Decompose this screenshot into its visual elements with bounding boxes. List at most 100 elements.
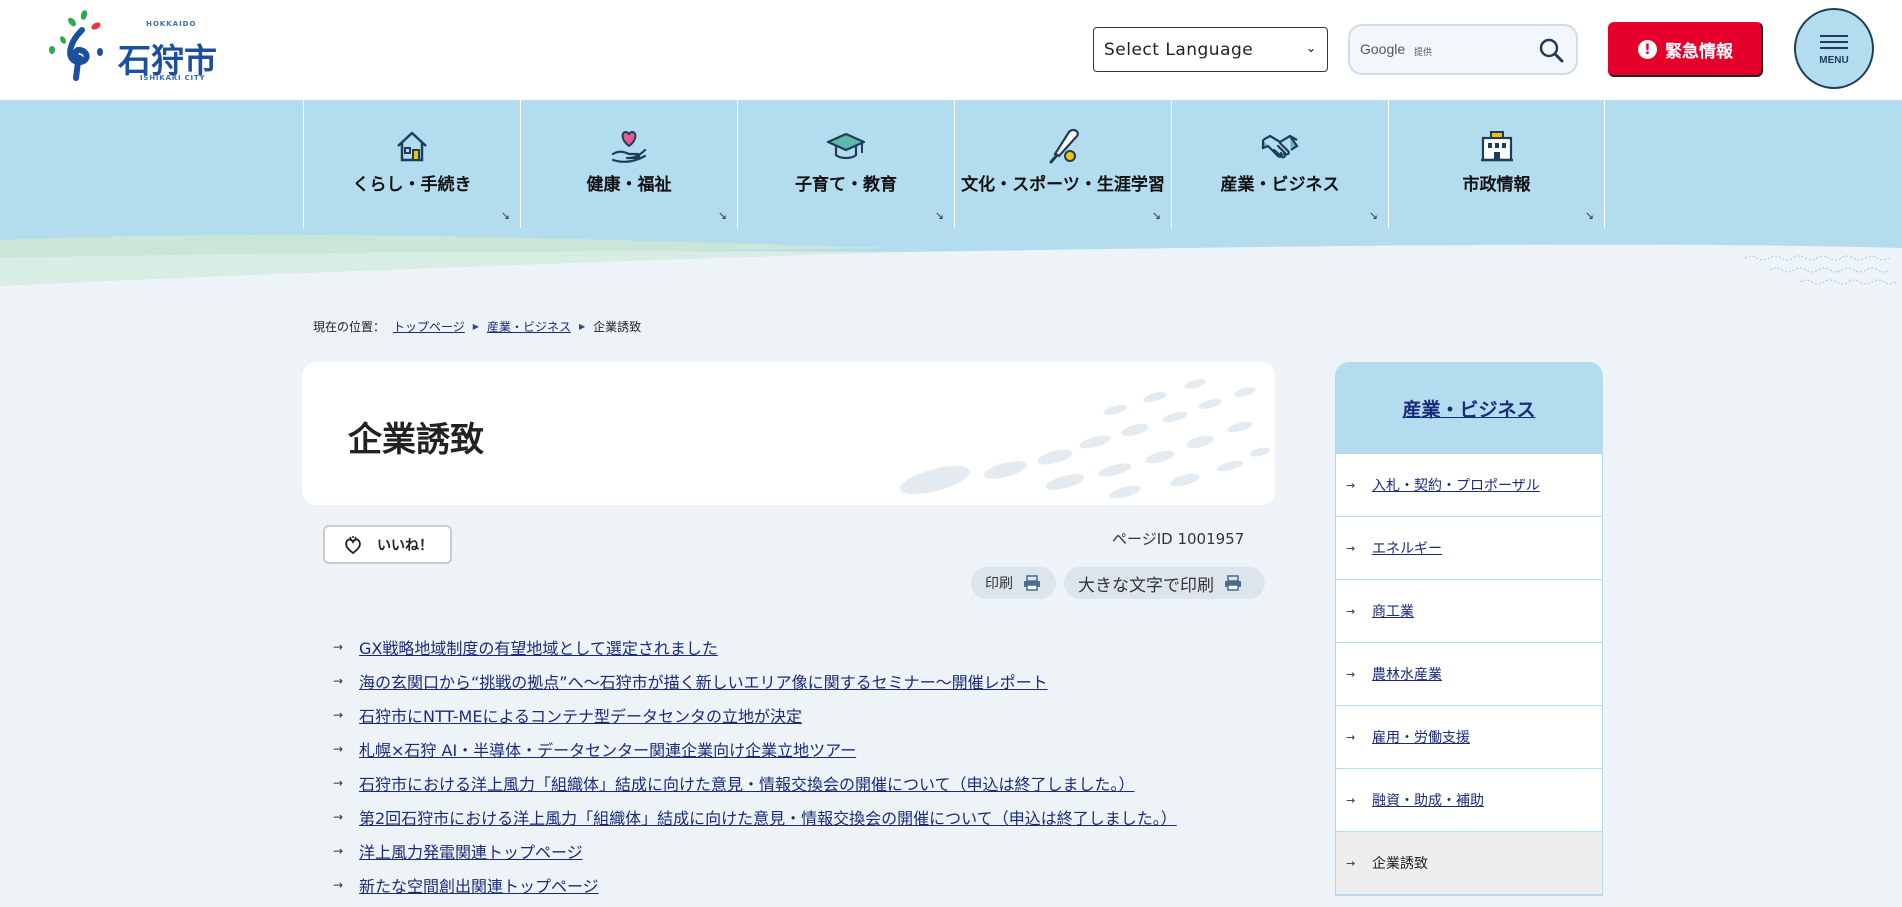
logo-mark-icon [49, 10, 103, 81]
printer-icon [1225, 575, 1241, 591]
building-icon [1480, 131, 1513, 162]
sidebar-heading: 産業・ビジネス [1335, 362, 1603, 454]
breadcrumb-link-top[interactable]: トップページ [393, 318, 465, 335]
list-item: → 札幌×石狩 AI・半導体・データセンター関連企業向け企業立地ツアー [333, 732, 1177, 766]
sidebar-item-attraction[interactable]: → 企業誘致 [1336, 832, 1602, 895]
page-title-card: 企業誘致 [302, 362, 1275, 505]
sidebar-item-label[interactable]: 商工業 [1372, 601, 1414, 621]
language-select[interactable]: Select Language ⌄ [1093, 27, 1328, 72]
sidebar-heading-link[interactable]: 産業・ビジネス [1402, 395, 1535, 422]
like-button[interactable]: いいね！ [323, 525, 452, 564]
page-id: ページID 1001957 [1112, 530, 1245, 548]
article-link[interactable]: 新たな空間創出関連トップページ [359, 873, 599, 897]
corner-arrow-icon: ↘ [717, 209, 727, 222]
article-link[interactable]: 洋上風力発電関連トップページ [359, 839, 583, 863]
corner-arrow-icon: ↘ [934, 209, 944, 222]
list-item: → GX戦略地域制度の有望地域として選定されました [333, 630, 1177, 664]
emergency-label: 緊急情報 [1665, 42, 1733, 62]
print-large-text-button[interactable]: 大きな文字で印刷 [1064, 567, 1265, 599]
breadcrumb-prefix: 現在の位置： [313, 320, 386, 334]
list-item: → 石狩市における洋上風力「組織体」結成に向けた意見・情報交換会の開催について（申… [333, 766, 1177, 800]
salmon-pattern-icon [900, 379, 1270, 499]
list-item: → 第2回石狩市における洋上風力「組織体」結成に向けた意見・情報交換会の開催につい… [333, 800, 1177, 834]
sidebar-item-label[interactable]: 農林水産業 [1372, 664, 1442, 684]
nav-item-living[interactable]: くらし・手続き ↘ [303, 100, 520, 228]
list-item: → 新たな空間創出関連トップページ [333, 868, 1177, 902]
nav-item-label: 子育て・教育 [795, 175, 897, 195]
article-link[interactable]: 第2回石狩市における洋上風力「組織体」結成に向けた意見・情報交換会の開催について… [359, 805, 1177, 829]
arrow-right-icon: → [333, 878, 344, 892]
sidebar: 産業・ビジネス → 入札・契約・プロポーザル → エネルギー → 商工業 → 農林水産業… [1335, 362, 1603, 907]
corner-arrow-icon: ↘ [1368, 209, 1378, 222]
sidebar-item-label[interactable]: エネルギー [1372, 538, 1442, 558]
google-brand-label: Google [1360, 41, 1406, 57]
sidebar-item-finance[interactable]: → 融資・助成・補助 [1336, 769, 1602, 832]
corner-arrow-icon: ↘ [1151, 209, 1161, 222]
breadcrumb-current: 企業誘致 [593, 320, 642, 334]
nav-item-childcare[interactable]: 子育て・教育 ↘ [737, 100, 954, 228]
nav-item-health[interactable]: 健康・福祉 ↘ [520, 100, 737, 228]
search-input[interactable]: Google 提供 [1348, 24, 1578, 75]
menu-button[interactable]: MENU [1794, 8, 1874, 89]
arrow-right-icon: → [1346, 541, 1356, 555]
graduation-cap-icon [826, 132, 866, 160]
house-icon [397, 131, 427, 162]
language-select-value: Select Language [1104, 39, 1254, 60]
list-item: → 石狩市にNTT-MEによるコンテナ型データセンタの立地が決定 [333, 698, 1177, 732]
sidebar-menu: → 入札・契約・プロポーザル → エネルギー → 商工業 → 農林水産業 → 雇用・労働支… [1335, 454, 1603, 896]
nav-item-culture[interactable]: 文化・スポーツ・生涯学習 ↘ [954, 100, 1171, 228]
print-large-label: 大きな文字で印刷 [1078, 575, 1214, 596]
heart-hand-icon [611, 130, 647, 163]
sidebar-item-employment[interactable]: → 雇用・労働支援 [1336, 706, 1602, 769]
chevron-down-icon: ⌄ [1305, 41, 1317, 56]
printer-icon [1024, 575, 1040, 591]
arrow-right-icon: → [1346, 478, 1356, 492]
nav-item-label: くらし・手続き [352, 175, 472, 195]
nav-item-label: 健康・福祉 [586, 175, 672, 195]
list-item: → 洋上風力発電関連トップページ [333, 834, 1177, 868]
print-button[interactable]: 印刷 [971, 567, 1056, 599]
logo-hokkaido-text: HOKKAIDO [146, 20, 197, 28]
logo-english-name: ISHIKARI CITY [140, 74, 206, 82]
arrow-right-icon: → [1346, 793, 1356, 807]
article-link[interactable]: GX戦略地域制度の有望地域として選定されました [359, 635, 718, 659]
nav-item-city-admin[interactable]: 市政情報 ↘ [1388, 100, 1605, 228]
city-logo[interactable]: HOKKAIDO 石狩市 ISHIKARI CITY [48, 8, 218, 86]
nav-item-label: 文化・スポーツ・生涯学習 [961, 175, 1165, 195]
arrow-right-icon: → [1346, 604, 1356, 618]
sidebar-item-agriculture[interactable]: → 農林水産業 [1336, 643, 1602, 706]
article-link[interactable]: 石狩市にNTT-MEによるコンテナ型データセンタの立地が決定 [359, 703, 802, 727]
google-provided-label: 提供 [1414, 48, 1433, 58]
article-link[interactable]: 石狩市における洋上風力「組織体」結成に向けた意見・情報交換会の開催について（申込… [359, 771, 1135, 795]
sidebar-item-energy[interactable]: → エネルギー [1336, 517, 1602, 580]
bat-ball-icon [1049, 128, 1079, 164]
article-link[interactable]: 海の玄関口から“挑戦の拠点”へ～石狩市が描く新しいエリア像に関するセミナー～開催… [359, 669, 1048, 693]
sidebar-item-label[interactable]: 融資・助成・補助 [1372, 790, 1484, 810]
sidebar-item-bidding[interactable]: → 入札・契約・プロポーザル [1336, 454, 1602, 517]
search-icon[interactable] [1538, 37, 1564, 63]
arrow-right-icon: → [333, 844, 344, 858]
breadcrumb-separator-icon: ▶ [472, 322, 479, 331]
nav-item-label: 産業・ビジネス [1220, 175, 1340, 195]
alert-icon: ! [1638, 40, 1657, 59]
heart-like-icon [345, 535, 361, 554]
arrow-right-icon: → [333, 640, 344, 654]
arrow-right-icon: → [333, 810, 344, 824]
corner-arrow-icon: ↘ [1584, 209, 1594, 222]
menu-label: MENU [1819, 55, 1849, 66]
article-link[interactable]: 札幌×石狩 AI・半導体・データセンター関連企業向け企業立地ツアー [359, 737, 856, 761]
nav-item-business[interactable]: 産業・ビジネス ↘ [1171, 100, 1388, 228]
sidebar-item-label[interactable]: 入札・契約・プロポーザル [1372, 475, 1540, 495]
page-title: 企業誘致 [348, 420, 484, 460]
arrow-right-icon: → [1346, 667, 1356, 681]
article-link-list: → GX戦略地域制度の有望地域として選定されました → 海の玄関口から“挑戦の拠点”… [333, 630, 1177, 902]
sidebar-item-label: 企業誘致 [1372, 856, 1428, 872]
sidebar-item-commerce[interactable]: → 商工業 [1336, 580, 1602, 643]
arrow-right-icon: → [333, 776, 344, 790]
arrow-right-icon: → [333, 708, 344, 722]
site-header: HOKKAIDO 石狩市 ISHIKARI CITY Select Langua… [0, 0, 1902, 100]
breadcrumb: 現在の位置： トップページ ▶ 産業・ビジネス ▶ 企業誘致 [313, 318, 641, 335]
emergency-info-button[interactable]: ! 緊急情報 [1608, 22, 1763, 77]
sidebar-item-label[interactable]: 雇用・労働支援 [1372, 727, 1470, 747]
breadcrumb-link-business[interactable]: 産業・ビジネス [487, 318, 571, 335]
